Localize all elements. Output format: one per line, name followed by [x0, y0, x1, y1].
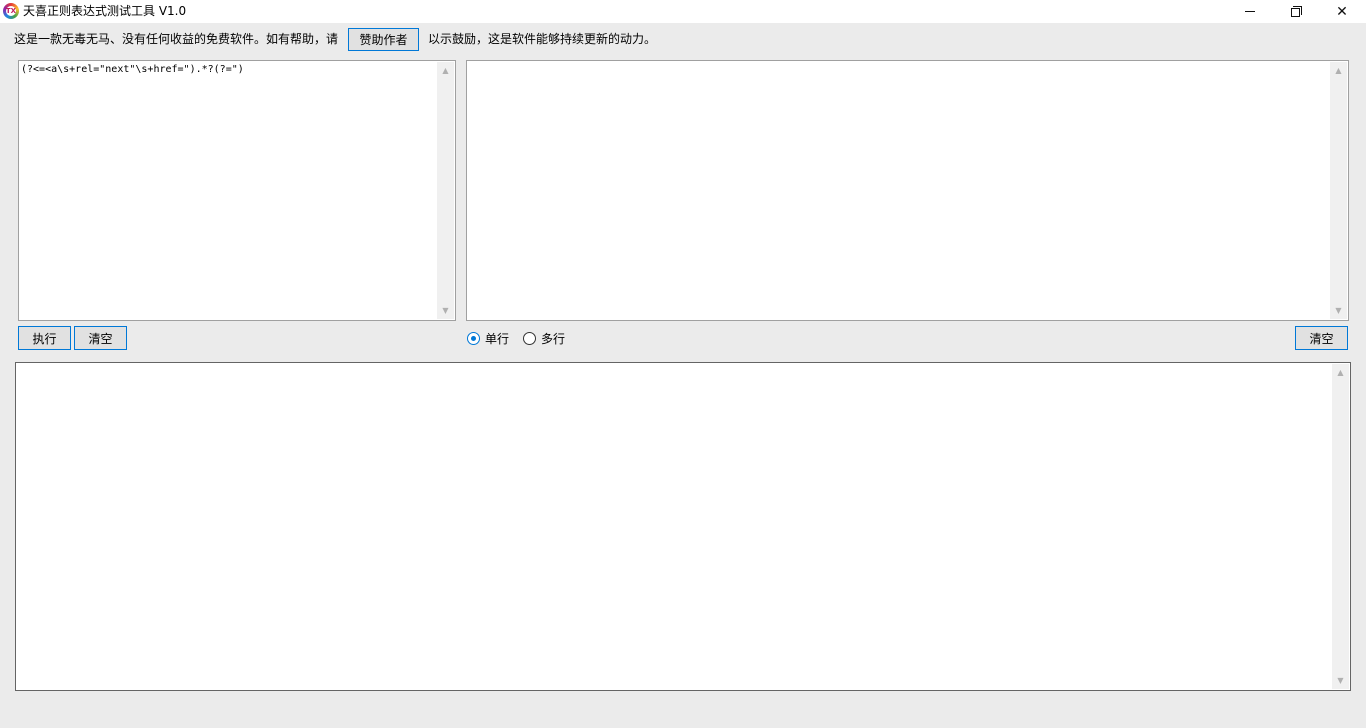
close-icon: ✕ [1336, 3, 1348, 20]
minimize-button[interactable] [1227, 0, 1273, 23]
clear-source-button[interactable]: 清空 [1295, 326, 1348, 350]
source-text-content[interactable] [469, 63, 1330, 318]
radio-checked-icon [467, 331, 480, 345]
restore-button[interactable] [1273, 0, 1319, 23]
scroll-down-arrow-icon[interactable]: ▼ [1330, 302, 1347, 319]
notice-text-after: 以示鼓励，这是软件能够持续更新的动力。 [428, 32, 657, 46]
multi-line-label: 多行 [541, 331, 566, 346]
sponsor-author-button[interactable]: 赞助作者 [348, 28, 419, 51]
minimize-icon [1245, 11, 1255, 12]
scroll-up-arrow-icon[interactable]: ▲ [1330, 62, 1347, 79]
source-text-input[interactable]: ▲ ▼ [466, 60, 1349, 321]
regex-scrollbar[interactable]: ▲ ▼ [437, 62, 454, 319]
single-line-radio[interactable]: 单行 [467, 330, 509, 346]
window-title: 天喜正则表达式测试工具 V1.0 [23, 4, 187, 18]
result-output[interactable]: ▲ ▼ [15, 362, 1351, 691]
result-scrollbar[interactable]: ▲ ▼ [1332, 364, 1349, 689]
scroll-down-arrow-icon[interactable]: ▼ [437, 302, 454, 319]
result-output-text[interactable] [18, 365, 1332, 688]
multi-line-radio[interactable]: 多行 [523, 330, 565, 346]
notice-text-before: 这是一款无毒无马、没有任何收益的免费软件。如有帮助，请 [14, 32, 339, 46]
execute-button[interactable]: 执行 [18, 326, 71, 350]
source-scrollbar[interactable]: ▲ ▼ [1330, 62, 1347, 319]
scroll-up-arrow-icon[interactable]: ▲ [437, 62, 454, 79]
restore-icon [1290, 6, 1302, 17]
scroll-up-arrow-icon[interactable]: ▲ [1332, 364, 1349, 381]
scroll-down-arrow-icon[interactable]: ▼ [1332, 672, 1349, 689]
title-bar: TX 天喜正则表达式测试工具 V1.0 ✕ [0, 0, 1366, 23]
clear-regex-button[interactable]: 清空 [74, 326, 127, 350]
app-logo-icon: TX [3, 3, 19, 19]
app-logo-text: TX [5, 7, 17, 15]
regex-input[interactable]: (?<=<a\s+rel="next"\s+href=").*?(?=") ▲ … [18, 60, 456, 321]
regex-input-text[interactable]: (?<=<a\s+rel="next"\s+href=").*?(?=") [21, 63, 437, 318]
single-line-label: 单行 [485, 331, 510, 346]
radio-unchecked-icon [523, 331, 536, 345]
close-button[interactable]: ✕ [1319, 0, 1365, 23]
